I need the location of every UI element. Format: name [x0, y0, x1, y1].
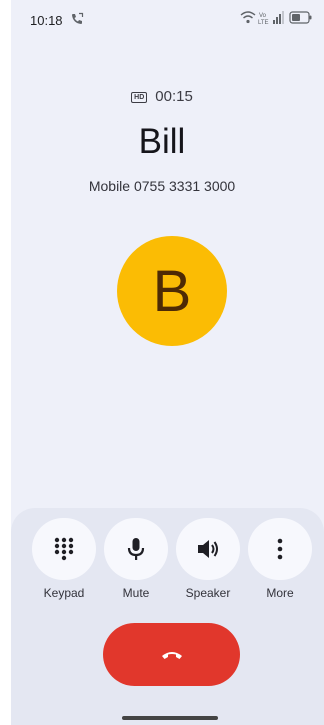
more-vert-icon — [277, 538, 283, 560]
more-circle[interactable] — [248, 518, 312, 580]
status-bar: 10:18 Vo LTE — [0, 0, 324, 36]
avatar: B — [117, 236, 227, 346]
dialpad-icon — [54, 537, 74, 561]
left-edge — [0, 0, 11, 725]
caller-number: Mobile 0755 3331 3000 — [88, 178, 236, 194]
mute-button[interactable]: Mute — [104, 518, 168, 600]
hd-badge: HD — [131, 92, 148, 103]
caller-name: Bill — [138, 122, 186, 161]
keypad-label: Keypad — [43, 586, 85, 600]
more-button[interactable]: More — [248, 518, 312, 600]
call-duration: 00:15 — [155, 88, 193, 105]
wifi-icon — [240, 11, 256, 24]
call-end-icon — [161, 651, 182, 659]
call-controls: Keypad Mute Speaker More — [0, 518, 324, 608]
gesture-bar[interactable] — [122, 716, 218, 720]
avatar-letter: B — [152, 258, 192, 324]
keypad-button[interactable]: Keypad — [32, 518, 96, 600]
call-active-icon — [72, 12, 84, 24]
keypad-circle[interactable] — [32, 518, 96, 580]
end-call-button[interactable] — [103, 623, 240, 686]
speaker-label: Speaker — [185, 586, 231, 600]
mute-label: Mute — [122, 586, 150, 600]
svg-text:Vo: Vo — [259, 13, 267, 19]
status-icons: Vo LTE — [240, 11, 312, 26]
speaker-circle[interactable] — [176, 518, 240, 580]
speaker-icon — [198, 540, 218, 558]
signal-icon — [273, 11, 284, 24]
microphone-icon — [127, 538, 145, 560]
svg-text:LTE: LTE — [258, 20, 269, 26]
status-time: 10:18 — [30, 13, 63, 28]
battery-icon — [289, 11, 312, 24]
volte-icon: Vo LTE — [258, 13, 269, 26]
more-label: More — [266, 586, 294, 600]
call-duration-row: HD 00:15 — [0, 88, 324, 105]
speaker-button[interactable]: Speaker — [176, 518, 240, 600]
mute-circle[interactable] — [104, 518, 168, 580]
